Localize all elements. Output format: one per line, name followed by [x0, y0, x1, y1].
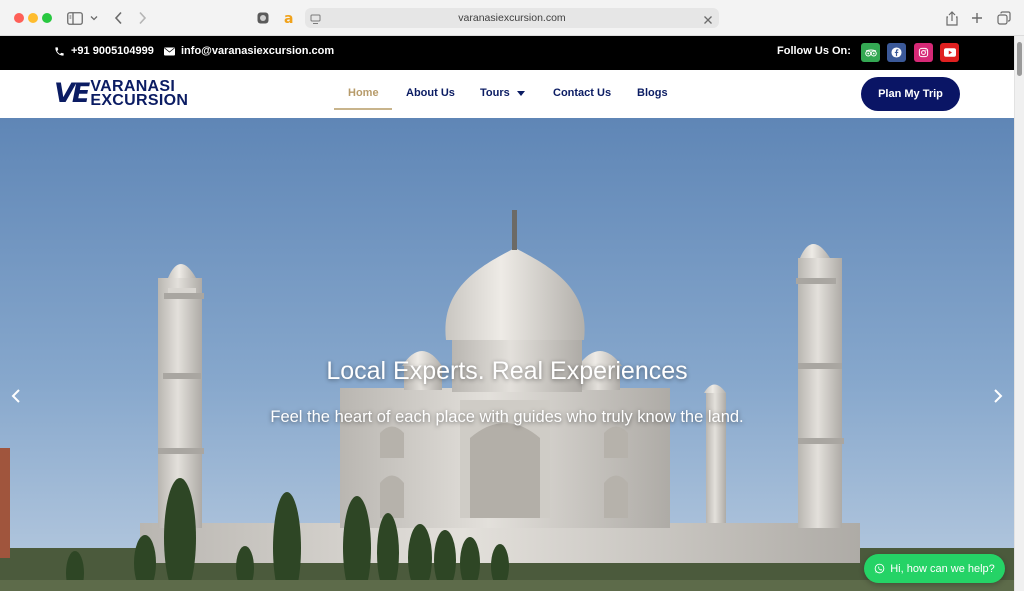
- browser-toolbar: a varanasiexcursion.com: [0, 0, 1024, 36]
- phone-icon: [55, 46, 64, 56]
- address-bar[interactable]: varanasiexcursion.com: [305, 8, 719, 28]
- chat-label: Hi, how can we help?: [890, 562, 995, 575]
- tab-overview-icon[interactable]: [996, 8, 1012, 28]
- new-tab-icon[interactable]: [970, 8, 984, 28]
- whatsapp-chat-button[interactable]: Hi, how can we help?: [864, 554, 1005, 583]
- slider-next-arrow[interactable]: [988, 386, 1008, 406]
- hero-title: Local Experts. Real Experiences: [326, 357, 688, 385]
- chevron-down-icon[interactable]: [89, 8, 99, 28]
- whatsapp-icon: [874, 563, 885, 574]
- nav-contact-us[interactable]: Contact Us: [553, 87, 611, 99]
- follow-us-label: Follow Us On:: [777, 45, 851, 57]
- email-address: info@varanasiexcursion.com: [181, 45, 335, 57]
- back-icon[interactable]: [111, 8, 125, 28]
- svg-text:a: a: [284, 11, 293, 25]
- url-text: varanasiexcursion.com: [458, 12, 566, 24]
- forward-icon[interactable]: [135, 8, 149, 28]
- top-info-bar: +91 9005104999 info@varanasiexcursion.co…: [0, 36, 1014, 70]
- nav-blogs[interactable]: Blogs: [637, 87, 668, 99]
- tripadvisor-icon[interactable]: [861, 43, 880, 62]
- amazon-extension-icon[interactable]: a: [281, 8, 297, 28]
- email-contact[interactable]: info@varanasiexcursion.com: [164, 45, 334, 57]
- phone-number: +91 9005104999: [71, 45, 154, 57]
- slider-prev-arrow[interactable]: [6, 386, 26, 406]
- chevron-left-icon: [11, 389, 20, 403]
- facebook-icon[interactable]: [887, 43, 906, 62]
- share-icon[interactable]: [945, 8, 959, 28]
- youtube-icon[interactable]: [940, 43, 959, 62]
- instagram-icon[interactable]: [914, 43, 933, 62]
- hero-slider: Local Experts. Real Experiences Feel the…: [0, 118, 1014, 591]
- nav-about-us[interactable]: About Us: [406, 87, 455, 99]
- logo-wordmark: VARANASI EXCURSION: [90, 79, 189, 109]
- chevron-right-icon: [994, 389, 1003, 403]
- zoom-window-button[interactable]: [42, 13, 52, 23]
- main-navigation: VE VARANASI EXCURSION Home About Us Tour…: [0, 70, 1014, 118]
- scrollbar-thumb[interactable]: [1017, 42, 1022, 76]
- logo-line-2: EXCURSION: [90, 92, 189, 109]
- hero-subtitle: Feel the heart of each place with guides…: [270, 408, 744, 426]
- logo-mark: VE: [54, 78, 90, 109]
- nav-tours[interactable]: Tours: [480, 87, 525, 99]
- nav-home[interactable]: Home: [348, 87, 379, 99]
- nav-active-indicator: [334, 108, 392, 110]
- phone-contact[interactable]: +91 9005104999: [54, 45, 154, 57]
- page-scrollbar[interactable]: [1014, 36, 1024, 591]
- envelope-icon: [164, 47, 175, 55]
- sidebar-toggle-icon[interactable]: [66, 8, 84, 28]
- close-window-button[interactable]: [14, 13, 24, 23]
- nav-tours-label: Tours: [480, 87, 510, 99]
- minimize-window-button[interactable]: [28, 13, 38, 23]
- caret-down-icon: [516, 90, 525, 96]
- plan-my-trip-button[interactable]: Plan My Trip: [861, 77, 960, 111]
- hero-image: [0, 118, 1014, 591]
- stop-loading-icon[interactable]: [703, 12, 713, 30]
- site-logo[interactable]: VE VARANASI EXCURSION: [54, 78, 189, 109]
- extension-icon[interactable]: [256, 8, 270, 28]
